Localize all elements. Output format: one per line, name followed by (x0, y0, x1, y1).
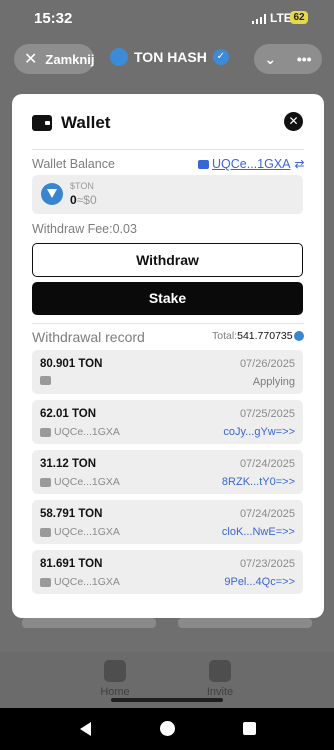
record-source (40, 376, 54, 385)
record-amount: 58.791 TON (40, 508, 103, 520)
background-card (178, 618, 312, 628)
balance-value: 0 (70, 193, 77, 207)
record-tx-link[interactable]: 9Pel...4Qc=>> (224, 576, 295, 588)
chevron-down-icon[interactable]: ⌄ (264, 51, 276, 68)
withdraw-button[interactable]: Withdraw (32, 243, 303, 277)
modal-close-button[interactable]: ✕ (284, 112, 303, 131)
app-bar: ✕ Zamknij TON HASH ✓ ⌄ ••• (0, 44, 334, 78)
record-source-address: UQCe...1GXA (54, 576, 120, 588)
app-title: TON HASH ✓ (110, 48, 229, 66)
record-date: 07/23/2025 (239, 558, 295, 570)
record-tx-link[interactable]: 8RZK...tY0=>> (222, 476, 295, 488)
status-bar: 15:32 LTE 62 (0, 0, 334, 36)
withdrawal-record: 58.791 TON 07/24/2025 UQCe...1GXA cloK..… (32, 500, 303, 544)
wallet-address-link[interactable]: UQCe...1GXA ⇄ (198, 157, 305, 171)
record-source: UQCe...1GXA (40, 526, 120, 538)
ton-logo-icon (41, 183, 63, 205)
balance-currency: $TON (70, 181, 94, 191)
withdrawal-record: 81.691 TON 07/23/2025 UQCe...1GXA 9Pel..… (32, 550, 303, 594)
record-source-address: UQCe...1GXA (54, 526, 120, 538)
close-app-button[interactable]: ✕ Zamknij (14, 44, 95, 74)
wallet-balance-label: Wallet Balance (32, 157, 115, 171)
wallet-icon (32, 115, 52, 131)
back-icon[interactable] (80, 722, 91, 736)
record-amount: 81.691 TON (40, 558, 103, 570)
signal-icon (252, 14, 266, 24)
modal-header: Wallet (32, 110, 304, 136)
nav-invite[interactable]: Invite (190, 660, 250, 698)
nav-invite-label: Invite (206, 686, 234, 698)
record-source: UQCe...1GXA (40, 476, 120, 488)
wallet-modal: Wallet ✕ Wallet Balance UQCe...1GXA ⇄ $T… (12, 94, 324, 618)
withdraw-fee: Withdraw Fee:0.03 (32, 222, 137, 236)
gesture-bar (111, 698, 223, 702)
balance-usd: ≈$0 (76, 193, 97, 207)
more-icon[interactable]: ••• (297, 51, 312, 67)
app-menu[interactable]: ⌄ ••• (254, 44, 322, 74)
record-tx-link[interactable]: coJy...gYw=>> (223, 426, 295, 438)
home-icon (104, 660, 126, 682)
balance-value-row: 0≈$0 (70, 193, 97, 207)
wallet-small-icon (40, 376, 51, 385)
record-date: 07/25/2025 (239, 408, 295, 420)
wallet-small-icon (198, 159, 209, 169)
wallet-small-icon (40, 427, 51, 437)
wallet-small-icon (40, 477, 51, 487)
withdrawal-list: 80.901 TON 07/26/2025 Applying 62.01 TON… (32, 350, 303, 600)
record-date: 07/24/2025 (239, 508, 295, 520)
recents-icon[interactable] (243, 722, 256, 735)
nav-home[interactable]: Home (85, 660, 145, 698)
record-source: UQCe...1GXA (40, 426, 120, 438)
record-source-address: UQCe...1GXA (54, 426, 120, 438)
record-tx-link[interactable]: cloK...NwE=>> (222, 526, 295, 538)
record-amount: 80.901 TON (40, 358, 103, 370)
home-button-icon[interactable] (160, 721, 175, 736)
balance-box: $TON 0≈$0 (32, 175, 303, 214)
record-amount: 31.12 TON (40, 458, 97, 470)
network-label: LTE (270, 11, 292, 25)
ton-icon (110, 48, 128, 66)
withdrawal-record: 80.901 TON 07/26/2025 Applying (32, 350, 303, 394)
status-time: 15:32 (34, 10, 73, 27)
total-label: Total: (212, 330, 238, 342)
wallet-small-icon (40, 577, 51, 587)
record-source: UQCe...1GXA (40, 576, 120, 588)
withdrawal-record: 62.01 TON 07/25/2025 UQCe...1GXA coJy...… (32, 400, 303, 444)
record-date: 07/24/2025 (239, 458, 295, 470)
stake-button[interactable]: Stake (32, 282, 303, 315)
wallet-address[interactable]: UQCe...1GXA (212, 157, 291, 171)
verified-icon: ✓ (212, 49, 229, 65)
battery-icon: 62 (290, 11, 308, 24)
divider (32, 323, 304, 324)
divider (32, 149, 304, 150)
nav-home-label: Home (100, 686, 130, 698)
ton-icon (293, 331, 304, 341)
background-card (22, 618, 156, 628)
record-amount: 62.01 TON (40, 408, 97, 420)
app-title-text: TON HASH (134, 49, 207, 65)
record-source-address: UQCe...1GXA (54, 476, 120, 488)
withdrawal-record: 31.12 TON 07/24/2025 UQCe...1GXA 8RZK...… (32, 450, 303, 494)
withdrawal-record-label: Withdrawal record (32, 329, 145, 345)
record-date: 07/26/2025 (239, 358, 295, 370)
wallet-small-icon (40, 527, 51, 537)
close-icon: ✕ (24, 51, 38, 68)
total-withdrawn: Total: 541.770735 (212, 330, 304, 342)
close-app-label: Zamknij (45, 51, 95, 67)
modal-title: Wallet (61, 113, 111, 132)
record-status: Applying (252, 376, 295, 388)
total-value: 541.770735 (237, 330, 293, 342)
users-icon (209, 660, 231, 682)
swap-icon[interactable]: ⇄ (295, 157, 305, 171)
